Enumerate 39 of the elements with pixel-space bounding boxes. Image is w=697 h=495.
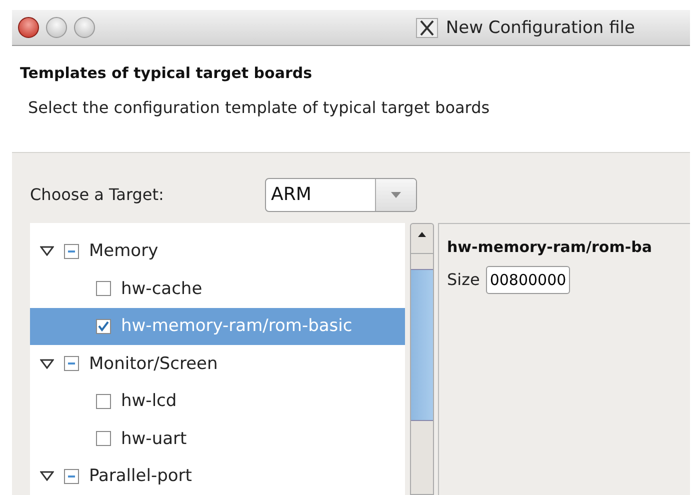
tree-item[interactable]: hw-cache [30,270,405,308]
tree-item[interactable]: Monitor/Screen [30,345,405,382]
tree-item-label: hw-memory-ram/rom-basic [121,316,352,336]
tree-item[interactable]: hw-lcd [30,382,405,420]
checkbox[interactable] [96,318,111,334]
up-arrow-icon [418,232,426,236]
checkbox[interactable] [64,356,79,372]
target-dropdown[interactable]: ARM [265,178,417,212]
tree-item-label: hw-cache [121,278,202,299]
checkbox[interactable] [64,468,79,484]
checkbox[interactable] [96,431,111,446]
expanded-triangle-icon[interactable] [40,471,54,482]
target-label: Choose a Target: [30,185,165,204]
tree-item-label: Monitor/Screen [89,354,218,374]
tree-item-label: hw-lcd [121,391,177,412]
tree-item[interactable]: Memory [30,232,405,270]
minimize-button[interactable] [46,17,67,38]
checkbox[interactable] [96,281,111,296]
size-field[interactable]: 00800000 [486,266,570,294]
x-window-icon [416,18,438,38]
tree-item-label: Parallel-port [89,466,192,486]
expanded-triangle-icon[interactable] [40,358,54,369]
expanded-triangle-icon[interactable] [40,246,54,256]
zoom-button[interactable] [74,17,95,38]
tree-item-label: hw-uart [121,428,187,449]
dropdown-arrow-icon [391,192,401,198]
field-label: Size [447,270,480,289]
scrollbar[interactable] [410,222,434,495]
tree-item[interactable]: Parallel-port [30,458,405,495]
checkbox[interactable] [96,394,111,409]
tree-item[interactable]: hw-uart [30,420,405,458]
page-title: Templates of typical target boards [20,64,314,82]
checkbox[interactable] [64,244,79,259]
details-title: hw-memory-ram/rom-ba [447,238,653,256]
scroll-thumb[interactable] [411,268,433,420]
tree-item-label: Memory [89,241,158,262]
page-description: Select the configuration template of typical target boards [27,98,491,118]
window-title: New Configuration file [446,18,635,38]
close-button[interactable] [18,17,39,38]
